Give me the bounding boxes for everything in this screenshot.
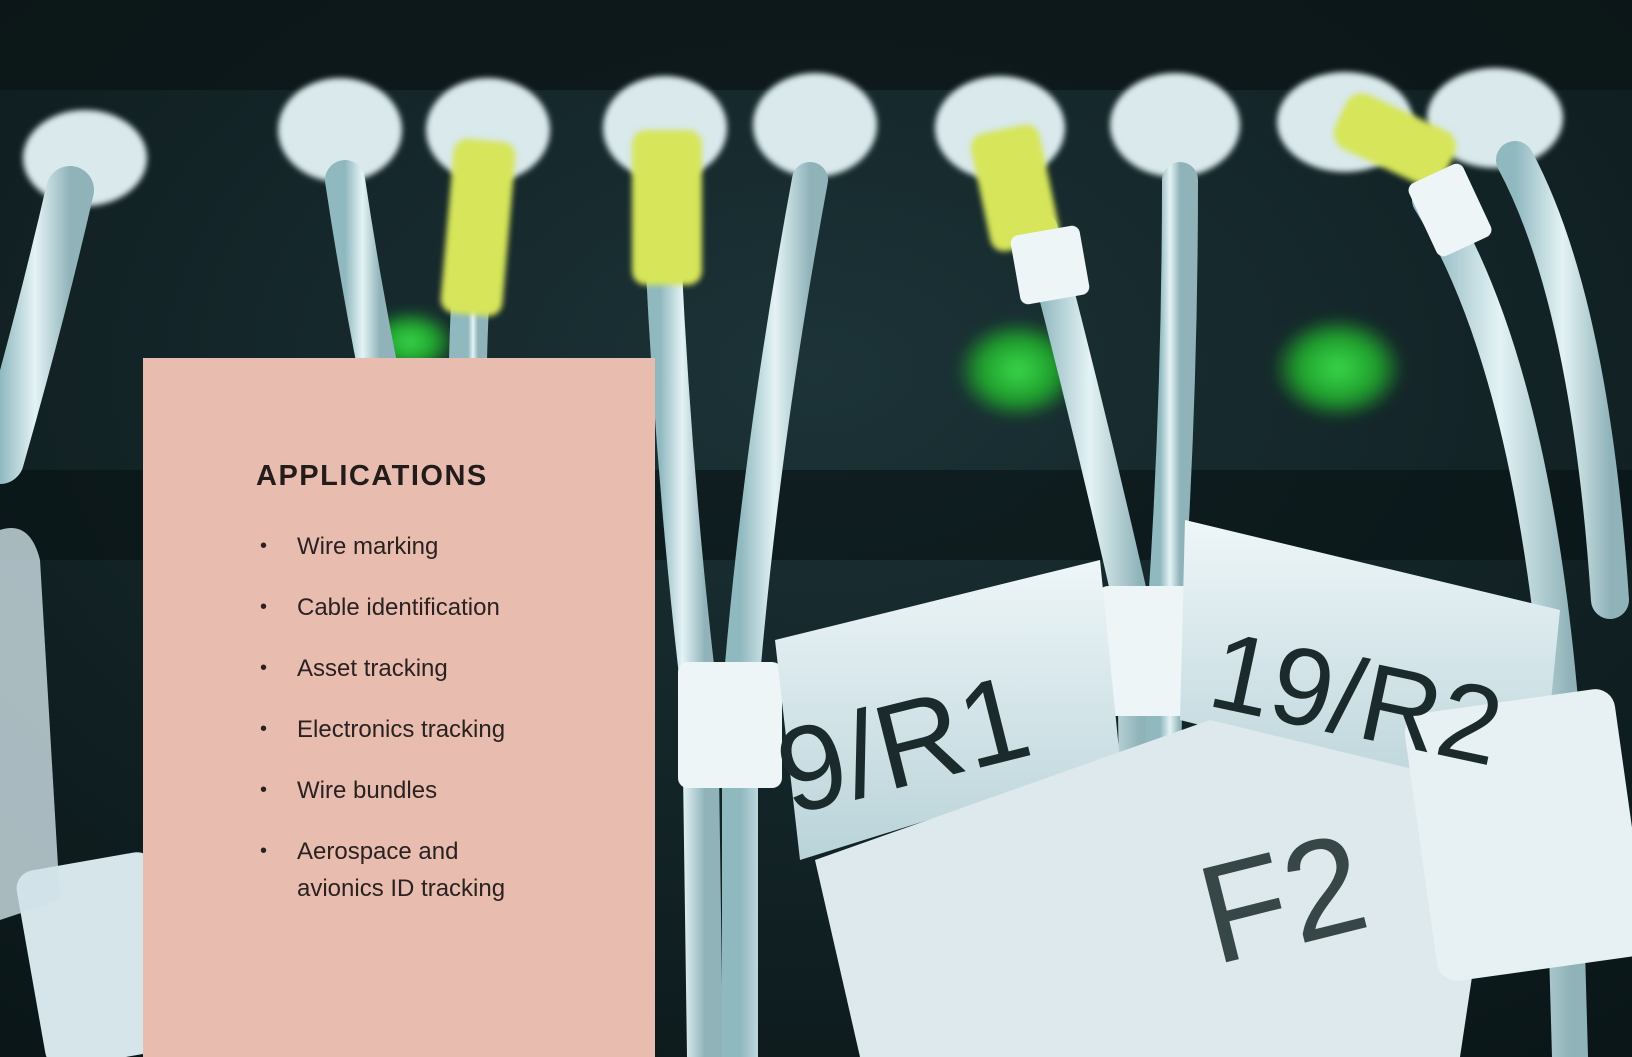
led-light [1272, 316, 1404, 420]
bullet-icon: • [260, 779, 268, 801]
applications-card: APPLICATIONS • Wire marking • Cable identi… [143, 358, 655, 1057]
bullet-icon: • [260, 596, 268, 618]
bullet-icon: • [260, 657, 268, 679]
list-item: • Wire marking [256, 528, 616, 565]
list-item: • Electronics tracking [256, 711, 616, 748]
bullet-icon: • [260, 718, 268, 740]
applications-heading: APPLICATIONS [256, 460, 488, 492]
list-item: • Cable identification [256, 589, 616, 626]
list-item: • Aerospace and avionics ID tracking [256, 833, 547, 907]
applications-list: • Wire marking • Cable identification • Ass… [256, 528, 616, 931]
bullet-icon: • [260, 840, 268, 862]
bullet-icon: • [260, 535, 268, 557]
list-item: • Asset tracking [256, 650, 616, 687]
list-item: • Wire bundles [256, 772, 616, 809]
